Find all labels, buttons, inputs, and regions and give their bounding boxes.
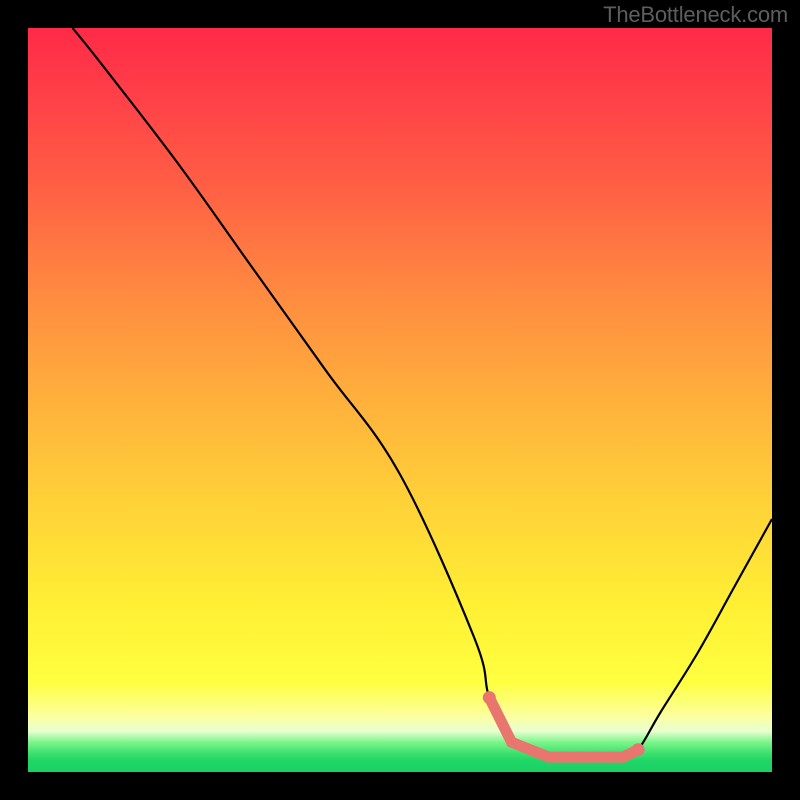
- watermark-text: TheBottleneck.com: [603, 2, 788, 28]
- optimal-marker: [573, 752, 584, 763]
- plot-area: [28, 28, 772, 772]
- optimal-marker: [618, 752, 629, 763]
- optimal-marker: [588, 752, 599, 763]
- bottleneck-curve: [28, 28, 772, 772]
- optimal-marker: [632, 743, 645, 756]
- optimal-markers: [483, 691, 645, 763]
- curve-line: [73, 28, 772, 758]
- optimal-marker: [543, 752, 554, 763]
- optimal-marker: [506, 737, 517, 748]
- optimal-band: [489, 698, 638, 758]
- optimal-marker: [558, 752, 569, 763]
- optimal-marker: [528, 746, 539, 757]
- chart-frame: TheBottleneck.com: [0, 0, 800, 800]
- optimal-marker: [483, 691, 496, 704]
- optimal-marker: [603, 752, 614, 763]
